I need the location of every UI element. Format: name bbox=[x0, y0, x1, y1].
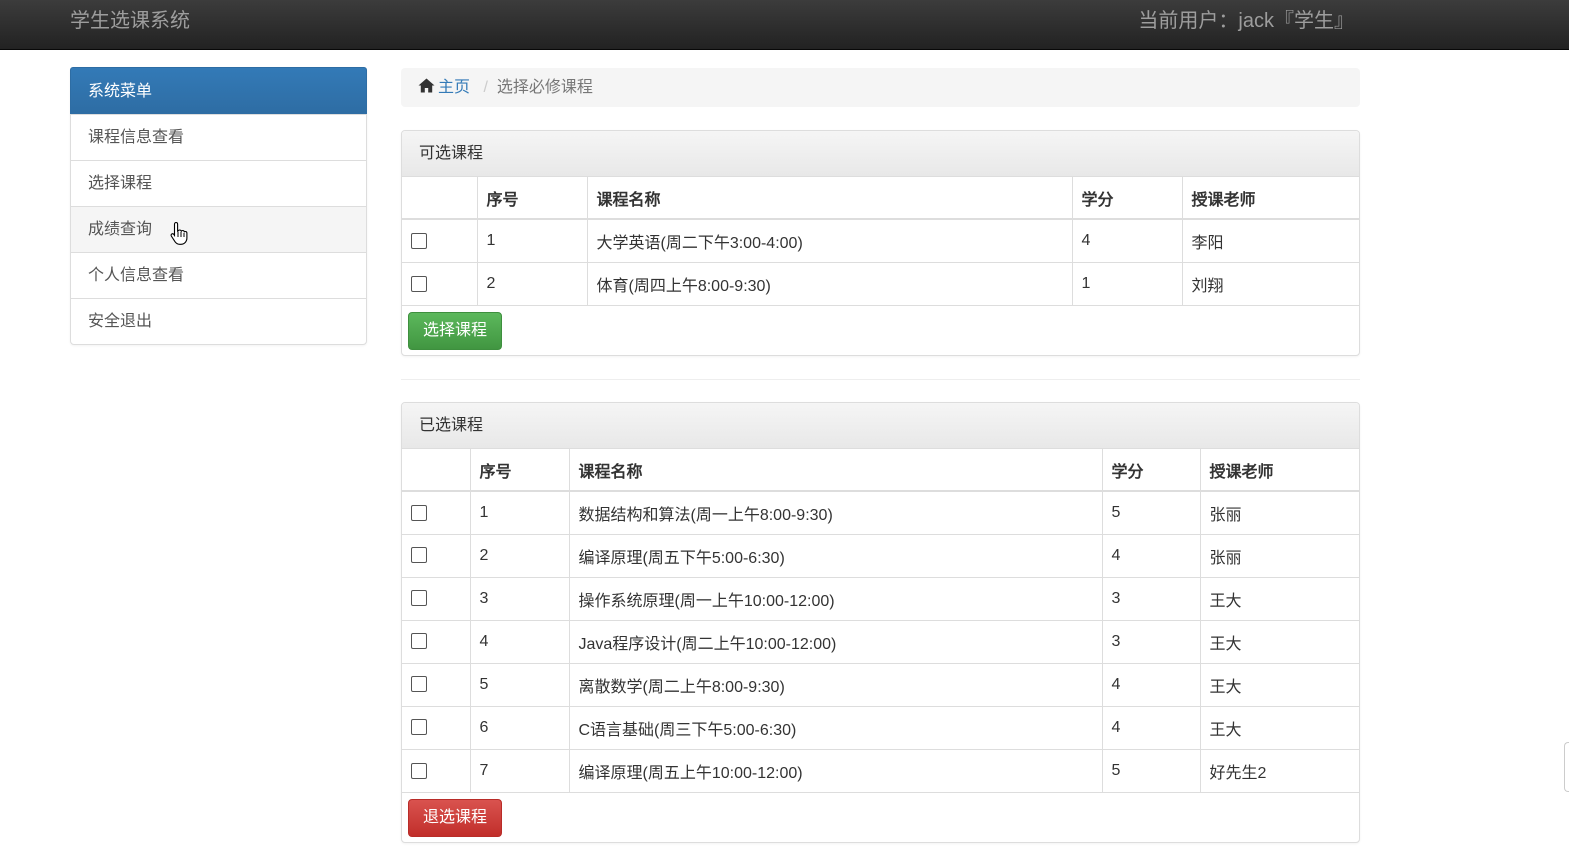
table-row: 4 Java程序设计(周二上午10:00-12:00) 3 王大 bbox=[402, 619, 1359, 663]
row-checkbox[interactable] bbox=[411, 232, 427, 249]
cell-teacher: 李阳 bbox=[1181, 218, 1359, 262]
select-course-button[interactable]: 选择课程 bbox=[408, 312, 503, 350]
sidebar-item-grades[interactable]: 成绩查询 bbox=[71, 206, 366, 252]
column-header-no: 序号 bbox=[476, 177, 587, 219]
breadcrumb: 主页 / 选择必修课程 bbox=[401, 68, 1360, 107]
table-row: 7 编译原理(周五上午10:00-12:00) 5 好先生2 bbox=[402, 748, 1359, 792]
cell-credit: 4 bbox=[1071, 218, 1182, 262]
cell-name: 大学英语(周二下午3:00-4:00) bbox=[586, 218, 1072, 262]
cell-no: 3 bbox=[469, 576, 569, 620]
table-row: 2 编译原理(周五下午5:00-6:30) 4 张丽 bbox=[402, 533, 1359, 577]
table-row: 2 体育(周四上午8:00-9:30) 1 刘翔 bbox=[402, 261, 1359, 305]
table-row: 3 操作系统原理(周一上午10:00-12:00) 3 王大 bbox=[402, 576, 1359, 620]
cell-teacher: 王大 bbox=[1199, 662, 1359, 706]
cell-teacher: 张丽 bbox=[1199, 533, 1359, 577]
cell-no: 1 bbox=[476, 218, 587, 262]
sidebar-item-profile[interactable]: 个人信息查看 bbox=[71, 252, 366, 298]
sidebar-item-label: 成绩查询 bbox=[88, 221, 153, 238]
drop-course-button[interactable]: 退选课程 bbox=[408, 799, 503, 837]
available-courses-table: 序号 课程名称 学分 授课老师 1 大学英语(周二下午3:00-4:00) 4 … bbox=[402, 177, 1359, 305]
cell-no: 2 bbox=[469, 533, 569, 577]
cell-credit: 1 bbox=[1071, 261, 1182, 305]
hand-pointer-icon bbox=[170, 221, 188, 245]
cell-name: Java程序设计(周二上午10:00-12:00) bbox=[568, 619, 1102, 663]
sidebar-item-select-course[interactable]: 选择课程 bbox=[71, 160, 366, 206]
selected-actions: 退选课程 bbox=[402, 792, 1359, 842]
selected-courses-title: 已选课程 bbox=[402, 403, 1359, 449]
available-actions: 选择课程 bbox=[402, 305, 1359, 355]
column-header-name: 课程名称 bbox=[586, 177, 1072, 219]
cell-teacher: 张丽 bbox=[1199, 490, 1359, 534]
cell-no: 5 bbox=[469, 662, 569, 706]
cell-teacher: 王大 bbox=[1199, 619, 1359, 663]
cell-no: 2 bbox=[476, 261, 587, 305]
row-checkbox[interactable] bbox=[411, 633, 427, 650]
cell-name: 数据结构和算法(周一上午8:00-9:30) bbox=[568, 490, 1102, 534]
row-checkbox[interactable] bbox=[411, 504, 427, 521]
sidebar-item-course-info[interactable]: 课程信息查看 bbox=[71, 114, 366, 160]
row-checkbox[interactable] bbox=[411, 719, 427, 736]
column-header-select bbox=[402, 177, 477, 219]
row-checkbox[interactable] bbox=[411, 676, 427, 693]
cell-credit: 3 bbox=[1101, 619, 1200, 663]
breadcrumb-home-label: 主页 bbox=[438, 79, 471, 96]
column-header-credit: 学分 bbox=[1071, 177, 1182, 219]
selected-courses-panel: 已选课程 序号 课程名称 学分 授课老师 1 数据结构和算法(周一上午8:00-… bbox=[401, 402, 1360, 843]
row-checkbox[interactable] bbox=[411, 547, 427, 564]
available-courses-title: 可选课程 bbox=[402, 131, 1359, 177]
cell-teacher: 王大 bbox=[1199, 576, 1359, 620]
table-row: 5 离散数学(周二上午8:00-9:30) 4 王大 bbox=[402, 662, 1359, 706]
row-checkbox[interactable] bbox=[411, 762, 427, 779]
breadcrumb-separator: / bbox=[483, 79, 488, 96]
table-header-row: 序号 课程名称 学分 授课老师 bbox=[402, 177, 1359, 219]
cell-credit: 4 bbox=[1101, 705, 1200, 749]
sidebar-menu: 系统菜单 课程信息查看 选择课程 成绩查询 个人信息查看 安全退出 bbox=[70, 67, 367, 345]
column-header-no: 序号 bbox=[469, 449, 569, 491]
section-divider bbox=[401, 379, 1360, 380]
cell-name: 体育(周四上午8:00-9:30) bbox=[586, 261, 1072, 305]
column-header-teacher: 授课老师 bbox=[1199, 449, 1359, 491]
app-brand[interactable]: 学生选课系统 bbox=[70, 9, 190, 33]
column-header-select bbox=[402, 449, 470, 491]
home-icon bbox=[418, 78, 435, 93]
cell-credit: 5 bbox=[1101, 490, 1200, 534]
sidebar-item-logout[interactable]: 安全退出 bbox=[71, 298, 366, 344]
row-checkbox[interactable] bbox=[411, 590, 427, 607]
scroll-handle[interactable] bbox=[1564, 742, 1569, 792]
cell-name: 离散数学(周二上午8:00-9:30) bbox=[568, 662, 1102, 706]
cell-no: 7 bbox=[469, 748, 569, 792]
cell-credit: 3 bbox=[1101, 576, 1200, 620]
table-row: 1 数据结构和算法(周一上午8:00-9:30) 5 张丽 bbox=[402, 490, 1359, 534]
cell-teacher: 好先生2 bbox=[1199, 748, 1359, 792]
selected-courses-table: 序号 课程名称 学分 授课老师 1 数据结构和算法(周一上午8:00-9:30)… bbox=[402, 449, 1359, 792]
cell-no: 6 bbox=[469, 705, 569, 749]
available-courses-panel: 可选课程 序号 课程名称 学分 授课老师 1 大学英语(周二下午3:00-4:0… bbox=[401, 130, 1360, 356]
cell-no: 4 bbox=[469, 619, 569, 663]
table-row: 6 C语言基础(周三下午5:00-6:30) 4 王大 bbox=[402, 705, 1359, 749]
row-checkbox[interactable] bbox=[411, 275, 427, 292]
table-row: 1 大学英语(周二下午3:00-4:00) 4 李阳 bbox=[402, 218, 1359, 262]
column-header-credit: 学分 bbox=[1101, 449, 1200, 491]
breadcrumb-home-link[interactable]: 主页 bbox=[418, 78, 474, 96]
cell-credit: 4 bbox=[1101, 533, 1200, 577]
cell-name: 编译原理(周五上午10:00-12:00) bbox=[568, 748, 1102, 792]
current-user-label: 当前用户：jack『学生』 bbox=[1138, 10, 1354, 32]
cell-teacher: 刘翔 bbox=[1181, 261, 1359, 305]
table-header-row: 序号 课程名称 学分 授课老师 bbox=[402, 449, 1359, 491]
column-header-name: 课程名称 bbox=[568, 449, 1102, 491]
sidebar-title: 系统菜单 bbox=[70, 67, 367, 114]
cell-credit: 4 bbox=[1101, 662, 1200, 706]
breadcrumb-current: 选择必修课程 bbox=[496, 79, 593, 96]
column-header-teacher: 授课老师 bbox=[1181, 177, 1359, 219]
cell-teacher: 王大 bbox=[1199, 705, 1359, 749]
top-navbar: 学生选课系统 当前用户：jack『学生』 bbox=[0, 0, 1569, 50]
cell-name: C语言基础(周三下午5:00-6:30) bbox=[568, 705, 1102, 749]
cell-name: 操作系统原理(周一上午10:00-12:00) bbox=[568, 576, 1102, 620]
cell-name: 编译原理(周五下午5:00-6:30) bbox=[568, 533, 1102, 577]
cell-no: 1 bbox=[469, 490, 569, 534]
cell-credit: 5 bbox=[1101, 748, 1200, 792]
